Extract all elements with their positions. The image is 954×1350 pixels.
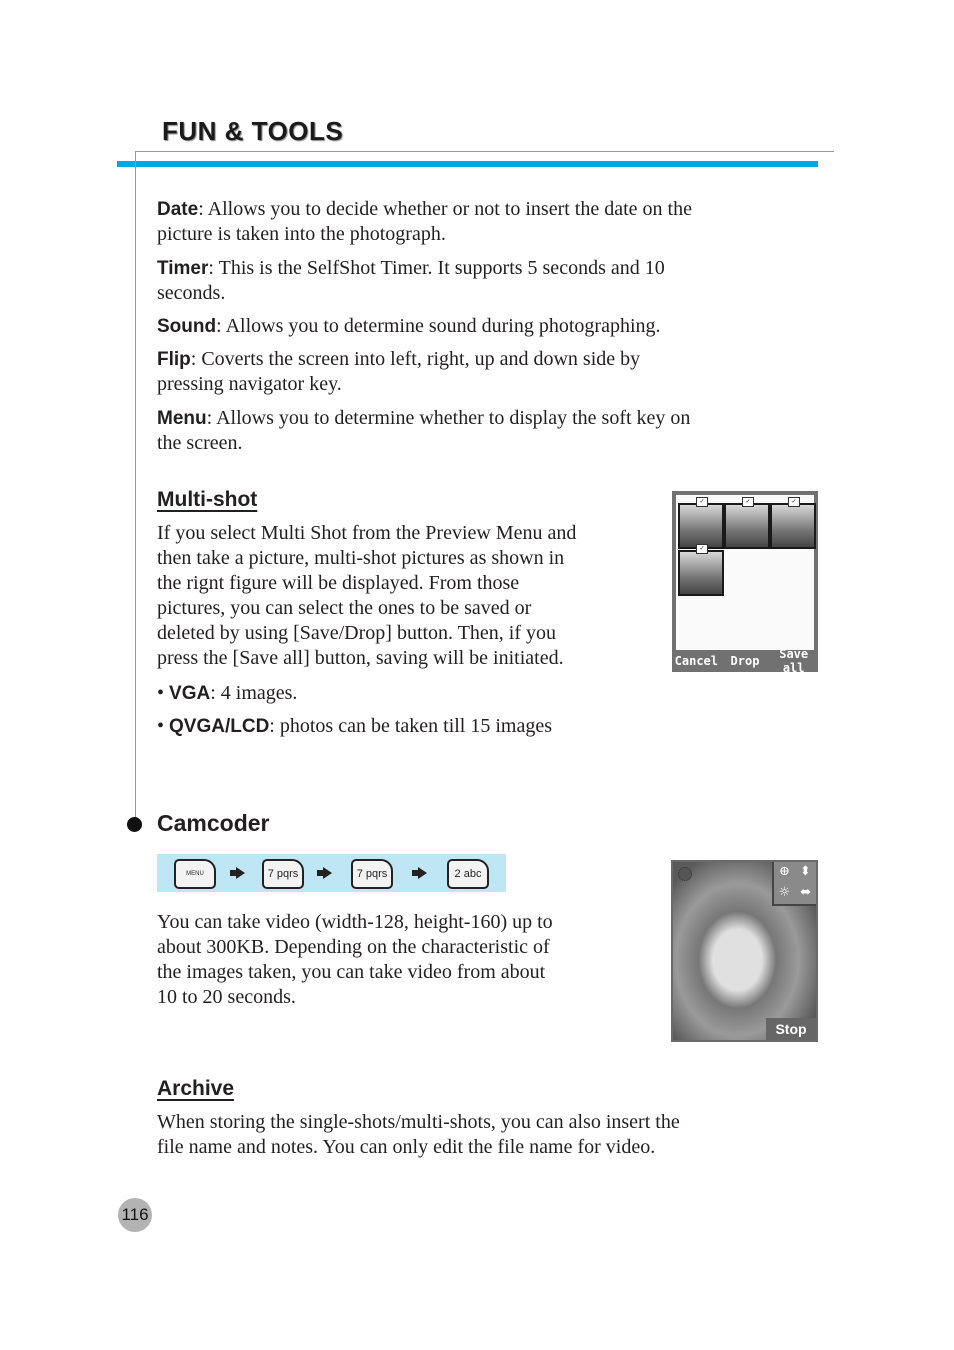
thumbnail: ✓: [678, 544, 724, 596]
archive-body: When storing the single-shots/multi-shot…: [157, 1111, 680, 1158]
option-timer: Timer: This is the SelfShot Timer. It su…: [157, 257, 665, 304]
key-7-icon: 7 pqrs: [351, 859, 393, 889]
camera-control-icons: ⊕ ⬍ ☼ ⬌: [772, 862, 816, 906]
camcoder-screenshot: ⊕ ⬍ ☼ ⬌ Stop: [671, 860, 818, 1042]
archive-heading: Archive: [157, 1077, 235, 1100]
arrow-right-icon: [317, 867, 332, 879]
option-date: Date: Allows you to decide whether or no…: [157, 198, 692, 245]
bullet-qvga: • QVGA/LCD: photos can be taken till 15 …: [157, 715, 553, 737]
key-7-icon: 7 pqrs: [262, 859, 304, 889]
stop-softkey: Stop: [766, 1018, 816, 1040]
record-indicator-icon: [678, 867, 692, 881]
margin-line: [135, 151, 136, 818]
zoom-icon: ⊕: [779, 864, 790, 879]
save-check-icon: ✓: [696, 544, 708, 554]
section-bullet-icon: [127, 817, 142, 832]
up-down-icon: ⬍: [800, 864, 811, 879]
header-rule-blue: [117, 161, 818, 167]
key-2-icon: 2 abc: [447, 859, 489, 889]
arrow-right-icon: [412, 867, 427, 879]
header-rule-grey: [135, 151, 834, 152]
multishot-heading: Multi-shot: [157, 488, 258, 511]
option-menu: Menu: Allows you to determine whether to…: [157, 407, 691, 454]
multishot-body: If you select Multi Shot from the Previe…: [157, 522, 577, 669]
menu-key-icon: MENU: [174, 859, 216, 889]
save-check-icon: ✓: [742, 497, 754, 507]
option-flip: Flip: Coverts the screen into left, righ…: [157, 348, 641, 395]
softkey-drop: Drop: [730, 654, 760, 668]
camcoder-body: You can take video (width-128, height-16…: [157, 911, 553, 1008]
softkey-bar: Cancel Drop Save all: [672, 647, 818, 675]
page-number: 116: [118, 1198, 152, 1232]
thumbnail: ✓: [678, 497, 724, 549]
arrow-right-icon: [230, 867, 245, 879]
thumbnail: ✓: [724, 497, 770, 549]
multishot-screenshot: ✓ ✓ ✓ ✓ Cancel Drop Save all: [672, 491, 818, 675]
left-right-icon: ⬌: [800, 885, 811, 900]
brightness-icon: ☼: [778, 885, 791, 900]
save-check-icon: ✓: [788, 497, 800, 507]
softkey-cancel: Cancel: [674, 654, 719, 668]
key-sequence: MENU 7 pqrs 7 pqrs 2 abc: [157, 854, 506, 892]
page-title: FUN & TOOLS: [162, 116, 344, 146]
thumbnail: ✓: [770, 497, 816, 549]
save-check-icon: ✓: [696, 497, 708, 507]
bullet-vga: • VGA: 4 images.: [157, 682, 298, 704]
camcoder-heading: Camcoder: [157, 810, 270, 836]
option-sound: Sound: Allows you to determine sound dur…: [157, 315, 661, 337]
softkey-save-all: Save all: [779, 647, 809, 675]
